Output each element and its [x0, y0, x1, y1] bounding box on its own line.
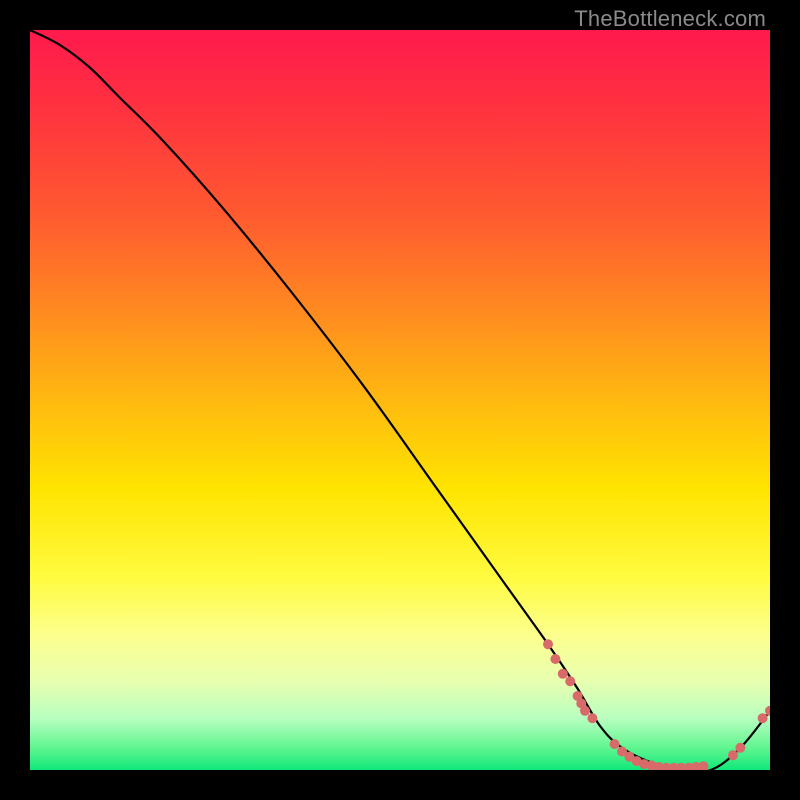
data-marker — [765, 706, 770, 716]
data-marker — [698, 761, 708, 770]
data-marker — [558, 669, 568, 679]
data-marker — [610, 739, 620, 749]
data-marker — [565, 676, 575, 686]
chart-svg — [30, 30, 770, 770]
data-marker — [580, 706, 590, 716]
data-marker — [587, 713, 597, 723]
data-marker — [550, 654, 560, 664]
data-markers — [543, 639, 770, 770]
watermark-text: TheBottleneck.com — [574, 6, 766, 32]
data-marker — [543, 639, 553, 649]
plot-area — [30, 30, 770, 770]
data-marker — [758, 713, 768, 723]
data-marker — [728, 750, 738, 760]
data-marker — [735, 743, 745, 753]
bottleneck-curve — [30, 30, 770, 770]
chart-frame: TheBottleneck.com — [0, 0, 800, 800]
